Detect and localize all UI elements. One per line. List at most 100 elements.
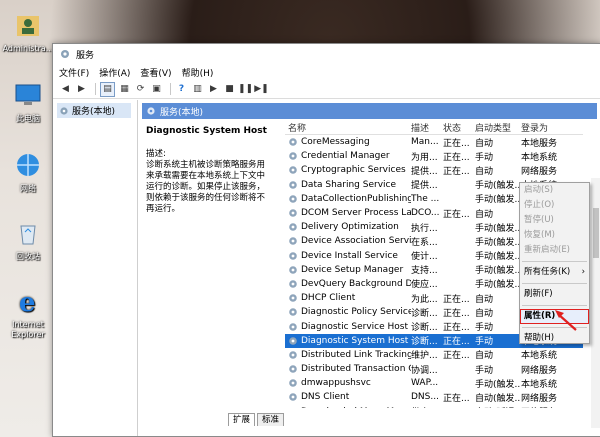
- desktop-icon-network[interactable]: 网络: [0, 150, 56, 194]
- properties-icon[interactable]: ▥: [191, 83, 204, 96]
- table-row[interactable]: Credential Manager 为用... 正在... 手动 本地系统: [285, 149, 583, 163]
- service-name: Data Sharing Service: [301, 179, 397, 190]
- table-row[interactable]: Distributed Link Tracking... 维护... 正在... 自动…: [285, 348, 583, 362]
- service-description: The ...: [411, 193, 440, 204]
- service-gear-icon: [289, 166, 297, 175]
- service-logon: 网络服务: [521, 166, 558, 177]
- show-tree-icon[interactable]: ▤: [100, 81, 115, 97]
- service-gear-icon: [289, 336, 297, 345]
- service-startup-type: 手动(触发...: [475, 379, 521, 390]
- menu-item-start[interactable]: 启动(S): [520, 183, 589, 198]
- column-header-name[interactable]: 名称: [285, 121, 411, 134]
- service-name-cell: DNS Client: [285, 392, 411, 402]
- menu-item-pause[interactable]: 暂停(U): [520, 213, 589, 228]
- service-status: 正在...: [443, 308, 470, 319]
- console-tree: 服务(本地): [53, 100, 138, 436]
- service-gear-icon: [289, 237, 297, 246]
- menu-help[interactable]: 帮助(H): [182, 66, 214, 79]
- forward-icon[interactable]: ▶: [75, 83, 88, 96]
- desktop-icon-label: Administra...: [2, 44, 54, 53]
- service-gear-icon: [289, 138, 297, 146]
- menu-separator: [522, 283, 587, 284]
- service-gear-icon: [289, 365, 297, 373]
- service-name-cell: Device Setup Manager: [285, 265, 411, 275]
- title-bar[interactable]: 服务: [53, 44, 600, 64]
- service-description: 使计...: [411, 252, 438, 263]
- list-view-icon[interactable]: ▦: [118, 83, 131, 96]
- svg-text:e: e: [19, 288, 36, 316]
- menu-item-stop[interactable]: 停止(O): [520, 198, 589, 213]
- service-gear-icon: [289, 251, 297, 260]
- service-gear-icon: [289, 351, 297, 359]
- menu-item-restart[interactable]: 重新启动(E): [520, 243, 589, 258]
- service-status: 正在...: [443, 323, 470, 334]
- refresh-icon[interactable]: ⟳: [134, 83, 147, 96]
- pause-icon[interactable]: ❚❚: [238, 83, 253, 96]
- tree-item-services-local[interactable]: 服务(本地): [57, 103, 131, 118]
- service-startup-type: 手动: [475, 323, 494, 334]
- service-startup-type: 手动(触发...: [475, 266, 521, 277]
- service-gear-icon: [289, 379, 297, 388]
- service-name-cell: DevQuery Background Di...: [285, 279, 411, 289]
- help-icon[interactable]: ?: [175, 83, 188, 96]
- toolbar-separator: [95, 83, 96, 95]
- table-row[interactable]: dmwappushsvc WAP... 手动(触发... 本地系统: [285, 376, 583, 390]
- recycle-bin-icon: [20, 225, 36, 245]
- service-status: 正在...: [443, 351, 470, 362]
- table-row[interactable]: DNS Client DNS... 正在... 自动(触发... 网络服务: [285, 390, 583, 404]
- service-description: 提供...: [411, 181, 438, 192]
- menu-view[interactable]: 查看(V): [140, 66, 171, 79]
- menu-item-refresh[interactable]: 刷新(F): [520, 287, 589, 302]
- vertical-scrollbar[interactable]: [591, 178, 600, 428]
- service-logon: 网络服务: [521, 365, 558, 376]
- service-name: DataCollectionPublishing...: [301, 193, 411, 204]
- service-name: Device Setup Manager: [301, 264, 404, 275]
- annotation-arrow-icon: [555, 310, 577, 331]
- scrollbar-thumb[interactable]: [593, 208, 599, 258]
- column-header-startup[interactable]: 启动类型: [475, 121, 521, 134]
- desktop-icon-label: 此电脑: [16, 114, 40, 123]
- service-name: Downloaded Maps Man...: [301, 407, 411, 408]
- desktop-icon-internet-explorer[interactable]: e Internet Explorer: [0, 286, 56, 340]
- service-startup-type: 手动: [475, 337, 494, 348]
- service-gear-icon: [289, 223, 297, 232]
- computer-icon: [15, 84, 41, 105]
- table-row[interactable]: Cryptographic Services 提供... 正在... 自动 网络服务: [285, 163, 583, 177]
- play-icon[interactable]: ▶: [207, 83, 220, 96]
- service-startup-type: 自动: [475, 351, 494, 362]
- column-header-description[interactable]: 描述: [411, 121, 443, 134]
- service-status: 正在...: [443, 393, 470, 404]
- menu-item-help[interactable]: 帮助(H): [520, 331, 589, 346]
- restart-icon[interactable]: ▶❚: [254, 83, 268, 96]
- user-folder-icon: [17, 16, 39, 36]
- table-row[interactable]: CoreMessaging Man... 正在... 自动 本地服务: [285, 135, 583, 149]
- service-name-cell: Distributed Transaction C...: [285, 364, 411, 374]
- service-name: Credential Manager: [301, 151, 390, 162]
- menu-item-all-tasks[interactable]: 所有任务(K) ›: [520, 265, 589, 280]
- menu-action[interactable]: 操作(A): [99, 66, 130, 79]
- tab-extended[interactable]: 扩展: [228, 413, 256, 426]
- export-list-icon[interactable]: ▣: [150, 83, 163, 96]
- desktop-icon-this-pc[interactable]: 此电脑: [0, 80, 56, 124]
- menu-file[interactable]: 文件(F): [59, 66, 89, 79]
- service-logon: 网络服务: [521, 393, 558, 404]
- service-gear-icon: [289, 322, 297, 331]
- service-name: Delivery Optimization: [301, 222, 399, 233]
- service-gear-icon: [289, 180, 297, 189]
- description-title: Diagnostic System Host: [146, 126, 267, 136]
- back-icon[interactable]: ◀: [59, 83, 72, 96]
- service-description: 提供...: [411, 166, 438, 177]
- column-header-status[interactable]: 状态: [443, 121, 475, 134]
- column-header-logon[interactable]: 登录为: [521, 121, 581, 134]
- desktop-icon-recycle-bin[interactable]: 回收站: [0, 218, 56, 262]
- service-startup-type: 手动(触发...: [475, 280, 521, 291]
- menu-item-resume[interactable]: 恢复(M): [520, 228, 589, 243]
- table-row[interactable]: Distributed Transaction C... 协调... 手动 网络服务: [285, 362, 583, 376]
- desktop-icon-user[interactable]: Administra...: [0, 10, 56, 54]
- tab-standard[interactable]: 标准: [257, 413, 285, 426]
- service-name-cell: DataCollectionPublishing...: [285, 194, 411, 204]
- service-startup-type: 自动: [475, 166, 494, 177]
- service-gear-icon: [289, 195, 297, 203]
- stop-icon[interactable]: ■: [223, 83, 236, 96]
- table-row[interactable]: Downloaded Maps Man...供应... 自动(延迟...网络服务: [285, 405, 583, 408]
